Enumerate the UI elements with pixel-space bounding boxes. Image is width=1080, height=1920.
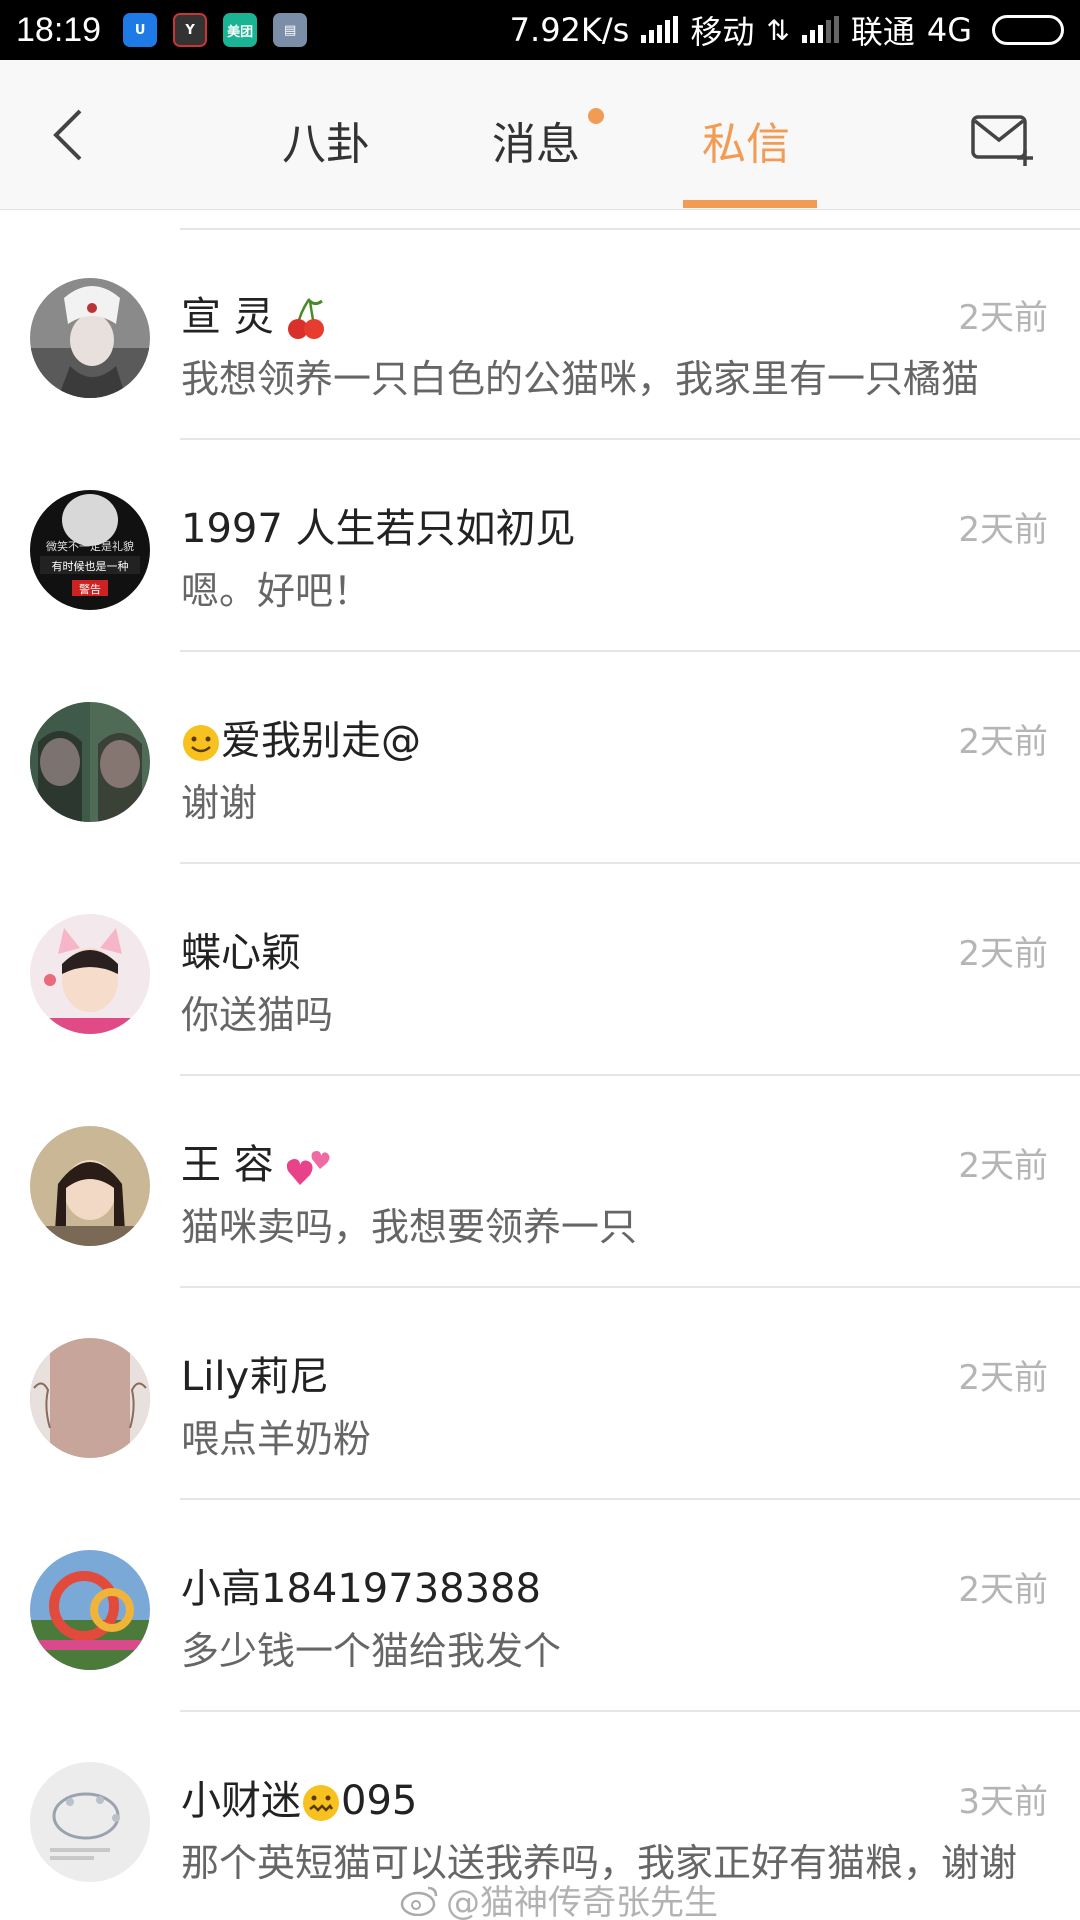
status-time: 18:19 — [16, 10, 102, 49]
timestamp: 2天前 — [958, 1570, 1048, 1610]
timestamp: 2天前 — [958, 298, 1048, 338]
contact-name: 小财迷 095 — [181, 1778, 418, 1824]
network-speed: 7.92K/s — [509, 11, 630, 49]
timestamp: 2天前 — [958, 722, 1048, 762]
avatar[interactable] — [30, 1762, 150, 1882]
conversation-item[interactable]: 蝶心颖 2天前 你送猫吗 — [0, 864, 1080, 1076]
avatar[interactable] — [30, 1550, 150, 1670]
message-preview: 嗯。好吧！ — [181, 569, 372, 613]
svg-text:警告: 警告 — [79, 582, 101, 596]
zipper-face-icon — [303, 1785, 339, 1821]
conversation-item[interactable]: 宣 灵 2天前 我想领养一只白色的公猫咪，我家里有一只橘猫 — [0, 228, 1080, 440]
carrier-2: 联通 — [850, 13, 915, 51]
contact-name: Lily莉尼 — [181, 1354, 330, 1400]
hearts-icon — [287, 1151, 330, 1185]
back-arrow-icon[interactable] — [44, 105, 104, 165]
nav-bar: 八卦 消息 私信 — [0, 60, 1080, 210]
app-tmall-icon: Y — [173, 13, 208, 47]
battery-icon — [992, 15, 1064, 45]
contact-name: 王 容 — [181, 1132, 332, 1190]
conversation-item[interactable]: 微笑不一定是礼貌 有时候也是一种 警告 1997 人生若只如初见 2天前 嗯。好… — [0, 440, 1080, 652]
watermark: @猫神传奇张先生 — [400, 1875, 718, 1920]
app-meituan-icon: 美团 — [223, 13, 258, 47]
message-preview: 你送猫吗 — [181, 993, 334, 1037]
status-bar: 18:19 U Y 美团 ▤ 7.92K/s 移动 ⇅ 联通 4G — [0, 0, 1080, 60]
unread-dot — [588, 108, 604, 124]
compose-message-icon[interactable] — [970, 112, 1036, 168]
app-notes-icon: ▤ — [273, 13, 308, 47]
signal-icon-2 — [801, 16, 839, 43]
contact-name: 小高18419738388 — [181, 1566, 541, 1612]
tab-messages[interactable]: 消息 — [492, 108, 580, 172]
signal-icon — [641, 16, 679, 43]
conversation-item[interactable]: 小高18419738388 2天前 多少钱一个猫给我发个 — [0, 1500, 1080, 1712]
smile-icon — [183, 725, 219, 761]
carrier-1: 移动 — [690, 13, 755, 51]
avatar[interactable] — [30, 702, 150, 822]
avatar[interactable] — [30, 278, 150, 398]
contact-name: 爱我别走@ — [181, 708, 421, 766]
contact-name: 宣 灵 — [181, 284, 326, 342]
timestamp: 2天前 — [958, 510, 1048, 550]
message-preview: 我想领养一只白色的公猫咪，我家里有一只橘猫 — [181, 357, 980, 401]
timestamp: 2天前 — [958, 1146, 1048, 1186]
svg-text:有时候也是一种: 有时候也是一种 — [52, 559, 129, 573]
timestamp: 3天前 — [958, 1782, 1048, 1822]
avatar[interactable] — [30, 1126, 150, 1246]
avatar[interactable] — [30, 1338, 150, 1458]
svg-text:微笑不一定是礼貌: 微笑不一定是礼貌 — [46, 539, 134, 553]
network-type: 4G — [926, 11, 972, 49]
message-preview: 谢谢 — [181, 781, 258, 825]
data-arrows-icon: ⇅ — [766, 13, 790, 47]
contact-name: 1997 人生若只如初见 — [181, 506, 576, 552]
app-u-icon: U — [123, 13, 158, 47]
timestamp: 2天前 — [958, 934, 1048, 974]
message-preview: 猫咪卖吗，我想要领养一只 — [181, 1205, 638, 1249]
tab-private-messages[interactable]: 私信 — [702, 108, 790, 172]
cherry-icon — [288, 298, 325, 339]
message-preview: 喂点羊奶粉 — [181, 1417, 372, 1461]
timestamp: 2天前 — [958, 1358, 1048, 1398]
tab-gossip[interactable]: 八卦 — [282, 108, 370, 172]
conversation-item[interactable]: 王 容 2天前 猫咪卖吗，我想要领养一只 — [0, 1076, 1080, 1288]
avatar[interactable] — [30, 914, 150, 1034]
weibo-logo-icon — [400, 1886, 438, 1916]
contact-name: 蝶心颖 — [181, 930, 301, 976]
active-tab-indicator — [683, 200, 817, 208]
avatar[interactable]: 微笑不一定是礼貌 有时候也是一种 警告 — [30, 490, 150, 610]
conversation-item[interactable]: 爱我别走@ 2天前 谢谢 — [0, 652, 1080, 864]
message-preview: 多少钱一个猫给我发个 — [181, 1629, 562, 1673]
conversation-item[interactable]: Lily莉尼 2天前 喂点羊奶粉 — [0, 1288, 1080, 1500]
